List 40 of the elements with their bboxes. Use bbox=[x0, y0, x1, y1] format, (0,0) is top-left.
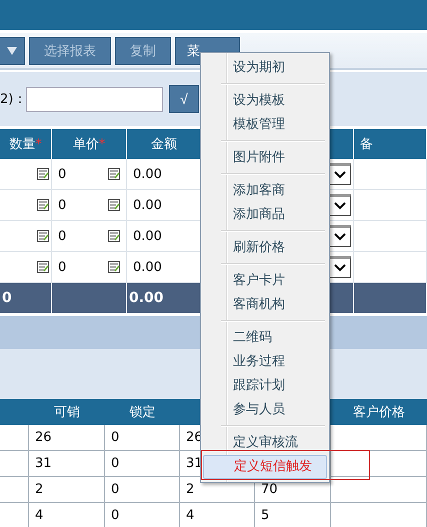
table-cell: 4 bbox=[180, 503, 255, 527]
menu-item[interactable]: 定义短信触发 bbox=[203, 455, 327, 479]
column-header: 可销 bbox=[29, 399, 105, 425]
column-header: 备 bbox=[354, 129, 427, 159]
table-cell: 5 bbox=[255, 503, 331, 527]
menu-item[interactable]: 刷新价格 bbox=[203, 236, 327, 260]
cell-value: 0 bbox=[58, 198, 68, 212]
cell-value: 0 bbox=[58, 166, 68, 182]
total-cell: 0 bbox=[0, 283, 52, 313]
total-cell: 0.00 bbox=[127, 283, 202, 313]
column-header: 客户价格 bbox=[331, 399, 427, 425]
column-header: 金额 bbox=[127, 129, 202, 159]
table-cell: 0 bbox=[105, 425, 180, 451]
table-cell: 26 bbox=[29, 425, 105, 451]
required-mark: * bbox=[35, 136, 42, 152]
menu-item[interactable]: 设为模板 bbox=[203, 89, 327, 113]
column-header: 数量* bbox=[0, 129, 52, 159]
cell-value: 0 bbox=[58, 228, 68, 244]
menu-item[interactable]: 客户卡片 bbox=[203, 269, 327, 293]
required-mark: * bbox=[98, 136, 106, 152]
cell-value: 0 bbox=[58, 260, 68, 274]
menu-item[interactable]: 跟踪计划 bbox=[203, 374, 327, 398]
table-cell: 31 bbox=[29, 451, 105, 477]
column-header: 锁定 bbox=[105, 399, 180, 425]
menu-item[interactable]: 图片附件 bbox=[203, 146, 327, 170]
menu-item[interactable]: 添加客商 bbox=[203, 179, 327, 203]
menu-item[interactable]: 参与人员 bbox=[203, 398, 327, 422]
table-cell: 0 bbox=[105, 477, 180, 503]
table-cell: 4 bbox=[29, 503, 105, 527]
column-header: 单价* bbox=[52, 129, 127, 159]
menu-item[interactable]: 客商机构 bbox=[203, 293, 327, 317]
table-cell: 0 bbox=[105, 503, 180, 527]
confirm-button[interactable]: √ bbox=[169, 85, 199, 113]
menu-item[interactable]: 模板管理 bbox=[203, 113, 327, 137]
filter-label: 2)： bbox=[0, 91, 26, 108]
menu-item[interactable]: 二维码 bbox=[203, 326, 327, 350]
table-cell: 2 bbox=[29, 477, 105, 503]
menu-item[interactable]: 添加商品 bbox=[203, 203, 327, 227]
menu-item[interactable]: 业务过程 bbox=[203, 350, 327, 374]
table-cell: 0 bbox=[105, 451, 180, 477]
